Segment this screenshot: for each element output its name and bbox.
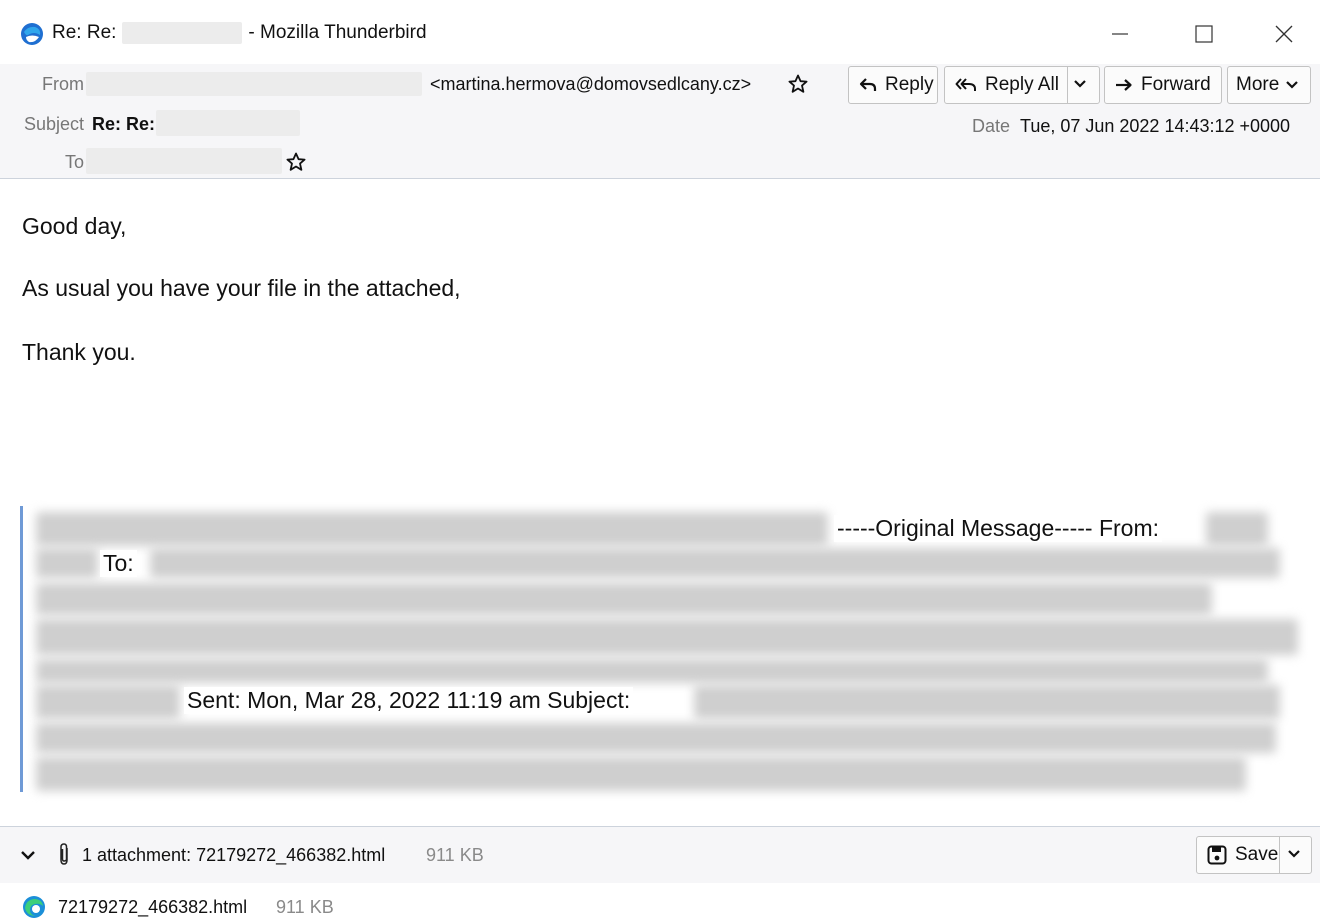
redacted-text — [36, 583, 1212, 615]
reply-all-icon — [955, 78, 976, 91]
forward-icon — [1116, 79, 1132, 91]
minimize-button[interactable] — [1092, 12, 1148, 56]
subject-value: Re: Re: — [92, 114, 156, 134]
redacted-sender-name — [86, 72, 422, 96]
thunderbird-icon — [20, 22, 44, 46]
window-title-suffix: - Mozilla Thunderbird — [248, 22, 427, 44]
forward-button[interactable]: Forward — [1104, 66, 1222, 104]
from-label: From — [42, 74, 84, 94]
redacted-text — [36, 619, 1298, 655]
quoted-to-label: To: — [100, 550, 137, 577]
reply-all-label: Reply All — [985, 74, 1059, 95]
redacted-text — [1206, 512, 1268, 546]
chevron-down-icon[interactable] — [1073, 77, 1087, 91]
message-header: From <martina.hermova@domovsedlcany.cz> … — [0, 64, 1320, 179]
chevron-down-icon[interactable] — [20, 847, 36, 863]
save-button[interactable]: Save — [1196, 836, 1312, 874]
redacted-text — [36, 723, 1276, 753]
more-label: More — [1236, 74, 1280, 95]
redacted-subject — [156, 110, 300, 136]
attachment-total-size: 911 KB — [426, 845, 484, 865]
attachment-file-name[interactable]: 72179272_466382.html — [58, 897, 247, 918]
redacted-text — [694, 685, 1280, 719]
star-icon[interactable] — [286, 152, 306, 172]
divider — [1279, 837, 1280, 873]
attachment-summary[interactable]: 1 attachment: 72179272_466382.html — [82, 845, 385, 866]
star-icon[interactable] — [788, 74, 808, 94]
redacted-recipient — [86, 148, 282, 174]
original-message-header: -----Original Message----- From: — [834, 515, 1162, 542]
minimize-icon — [1112, 33, 1128, 35]
close-button[interactable] — [1256, 12, 1312, 56]
body-line: Thank you. — [22, 339, 136, 365]
date-label: Date — [971, 116, 1010, 136]
reply-label: Reply — [885, 74, 934, 95]
reply-icon — [859, 78, 877, 91]
redacted-text — [36, 659, 1268, 683]
attachment-file-size: 911 KB — [276, 897, 334, 917]
date-value: Tue, 07 Jun 2022 14:43:12 +0000 — [1020, 116, 1291, 136]
edge-icon — [23, 896, 45, 918]
quoted-sent-line: Sent: Mon, Mar 28, 2022 11:19 am Subject… — [184, 687, 634, 714]
quote-bar — [20, 506, 23, 792]
forward-label: Forward — [1141, 74, 1211, 95]
save-label: Save — [1235, 844, 1279, 865]
window-title-prefix: Re: Re: — [52, 22, 117, 44]
window-title: Re: Re: - Mozilla Thunderbird — [52, 22, 427, 44]
attachment-bar: 1 attachment: 72179272_466382.html 911 K… — [0, 826, 1320, 884]
more-button[interactable]: More — [1227, 66, 1311, 104]
maximize-icon — [1195, 25, 1213, 43]
redacted-text — [150, 548, 1280, 578]
redacted-text — [36, 757, 1246, 791]
from-email[interactable]: <martina.hermova@domovsedlcany.cz> — [430, 74, 751, 95]
body-line: As usual you have your file in the attac… — [22, 275, 461, 301]
title-bar: Re: Re: - Mozilla Thunderbird — [0, 0, 1320, 65]
redacted-subject — [122, 22, 243, 44]
save-icon — [1207, 845, 1227, 865]
subject-label: Subject — [23, 114, 84, 134]
chevron-down-icon[interactable] — [1287, 847, 1301, 861]
to-label: To — [64, 152, 84, 172]
paperclip-icon — [60, 843, 68, 865]
reply-all-button[interactable]: Reply All — [944, 66, 1100, 104]
redacted-text — [36, 512, 828, 546]
chevron-down-icon — [1286, 81, 1299, 89]
redacted-text — [36, 685, 180, 719]
close-icon — [1275, 25, 1293, 43]
maximize-button[interactable] — [1176, 12, 1232, 56]
divider — [1067, 67, 1068, 103]
reply-button[interactable]: Reply — [848, 66, 938, 104]
body-line: Good day, — [22, 213, 127, 239]
redacted-text — [36, 548, 98, 578]
message-body: Good day, As usual you have your file in… — [0, 179, 1320, 825]
attachment-item[interactable]: 72179272_466382.html 911 KB — [0, 883, 1320, 924]
